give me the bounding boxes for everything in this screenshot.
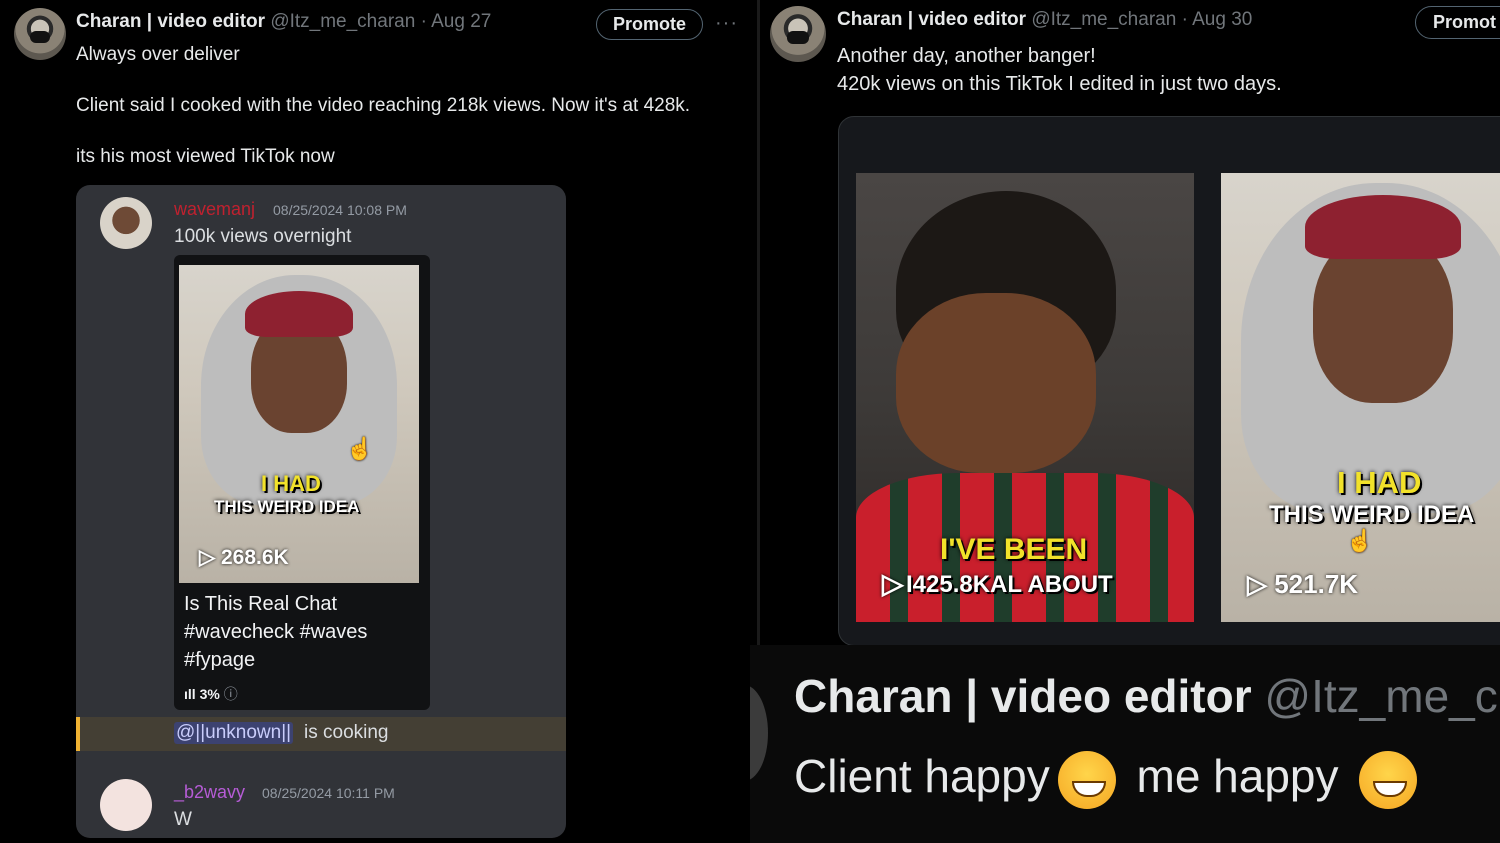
play-icon: ▷ [199, 546, 221, 569]
tweet-header: Charan | video editor @Itz_me_charan · A… [76, 11, 491, 33]
discord-screenshot[interactable]: wavemanj 08/25/2024 10:08 PM 100k views … [76, 185, 566, 838]
tweet-text-part: me happy [1123, 750, 1352, 802]
left-tweet: Charan | video editor @Itz_me_charan · A… [0, 0, 757, 843]
promote-button[interactable]: Promote [596, 9, 703, 40]
author-name[interactable]: Charan | video editor [76, 11, 265, 32]
more-options-icon[interactable]: ··· [715, 12, 738, 35]
separator: · [420, 11, 427, 32]
discord-username[interactable]: _b2wavy [174, 782, 245, 803]
video-thumbnail[interactable]: I'VE BEEN I425.8KAL ABOUT ▷ [856, 173, 1194, 622]
separator: · [1181, 9, 1188, 30]
tiktok-title[interactable]: Is This Real Chat #wavecheck #waves #fyp… [184, 590, 424, 674]
info-icon[interactable]: ⓘ [224, 686, 238, 702]
discord-avatar [100, 779, 152, 831]
video-thumbnail[interactable]: I HAD THIS WEIRD IDEA ▷ 521.7K [1221, 173, 1500, 622]
view-count: ▷ 521.7K [1247, 569, 1358, 600]
discord-timestamp: 08/25/2024 10:11 PM [262, 785, 395, 801]
tiktok-stat: ıll 3% ⓘ [184, 684, 238, 704]
tiktok-video-grid[interactable]: I'VE BEEN I425.8KAL ABOUT ▷ I HAD THIS W… [838, 116, 1500, 645]
tweet-date[interactable]: Aug 27 [431, 11, 491, 32]
author-name[interactable]: Charan | video editor [837, 9, 1026, 30]
bandana-shape [1305, 195, 1461, 259]
grinning-face-icon [1057, 750, 1116, 809]
discord-message-text: 100k views overnight [174, 226, 352, 247]
video-thumbnail[interactable]: I HAD THIS WEIRD IDEA ▷ 268.6K [179, 265, 419, 583]
discord-message-text: W [174, 809, 192, 830]
bandana-shape [245, 291, 353, 337]
mention-message-text: is cooking [304, 722, 389, 743]
play-icon: ▷ [1247, 569, 1275, 599]
tweet-header: Charan | video editor @Itz_me_charan · A… [837, 9, 1252, 31]
author-handle[interactable]: @Itz_me_charan [1031, 9, 1176, 30]
zoomed-tweet: Charan | video editor @Itz_me_c Client h… [750, 645, 1500, 843]
author-avatar[interactable] [770, 6, 826, 62]
user-mention[interactable]: @||unknown|| [174, 722, 294, 744]
tweet-text-line: 420k views on this TikTok I edited in ju… [837, 73, 1282, 95]
grinning-face-icon [1359, 750, 1418, 809]
promote-button[interactable]: Promot [1415, 6, 1500, 39]
author-handle[interactable]: @Itz_me_charan [270, 11, 415, 32]
thumbnail-caption-white: THIS WEIRD IDEA [1269, 501, 1475, 528]
stat-value: 3% [199, 686, 220, 702]
tweet-text-part: Client happy [794, 750, 1050, 802]
mention-message: @||unknown|| is cooking [76, 717, 566, 751]
author-handle[interactable]: @Itz_me_c [1264, 670, 1497, 722]
hand-cursor-icon: ☝ [346, 436, 374, 461]
tweet-text: Client happy me happy [794, 749, 1425, 809]
thumbnail-caption-yellow: I HAD [261, 471, 321, 496]
tweet-header: Charan | video editor @Itz_me_c [794, 669, 1498, 723]
bar-chart-icon: ıll [184, 686, 200, 702]
hand-cursor-icon: ☝ [1346, 528, 1374, 553]
play-icon: ▷ [882, 568, 904, 599]
thumbnail-caption-yellow: I HAD [1337, 465, 1422, 500]
discord-timestamp: 08/25/2024 10:08 PM [273, 202, 407, 218]
face-shape [896, 293, 1096, 473]
view-count-value: 268.6K [220, 546, 289, 569]
tweet-text-line: Client said I cooked with the video reac… [76, 95, 691, 116]
author-avatar[interactable] [750, 685, 768, 781]
tweet-text-line: its his most viewed TikTok now [76, 146, 335, 167]
thumbnail-caption-white: I425.8KAL ABOUT [906, 571, 1113, 598]
author-name[interactable]: Charan | video editor [794, 670, 1252, 722]
tweet-text-line: Another day, another banger! [837, 45, 1096, 67]
author-avatar[interactable] [14, 8, 66, 60]
tweet-date[interactable]: Aug 30 [1192, 9, 1252, 30]
discord-username[interactable]: wavemanj [174, 199, 255, 220]
tiktok-embed[interactable]: I HAD THIS WEIRD IDEA ▷ 268.6K Is This R… [174, 255, 430, 710]
right-tweet: Charan | video editor @Itz_me_charan · A… [760, 0, 1500, 645]
view-count-value: 521.7K [1274, 569, 1359, 599]
view-count: ▷ 268.6K [199, 545, 289, 570]
tweet-text-line: Always over deliver [76, 44, 240, 65]
thumbnail-caption-yellow: I'VE BEEN [940, 533, 1088, 566]
thumbnail-caption-white: THIS WEIRD IDEA [214, 497, 360, 516]
discord-avatar [100, 197, 152, 249]
